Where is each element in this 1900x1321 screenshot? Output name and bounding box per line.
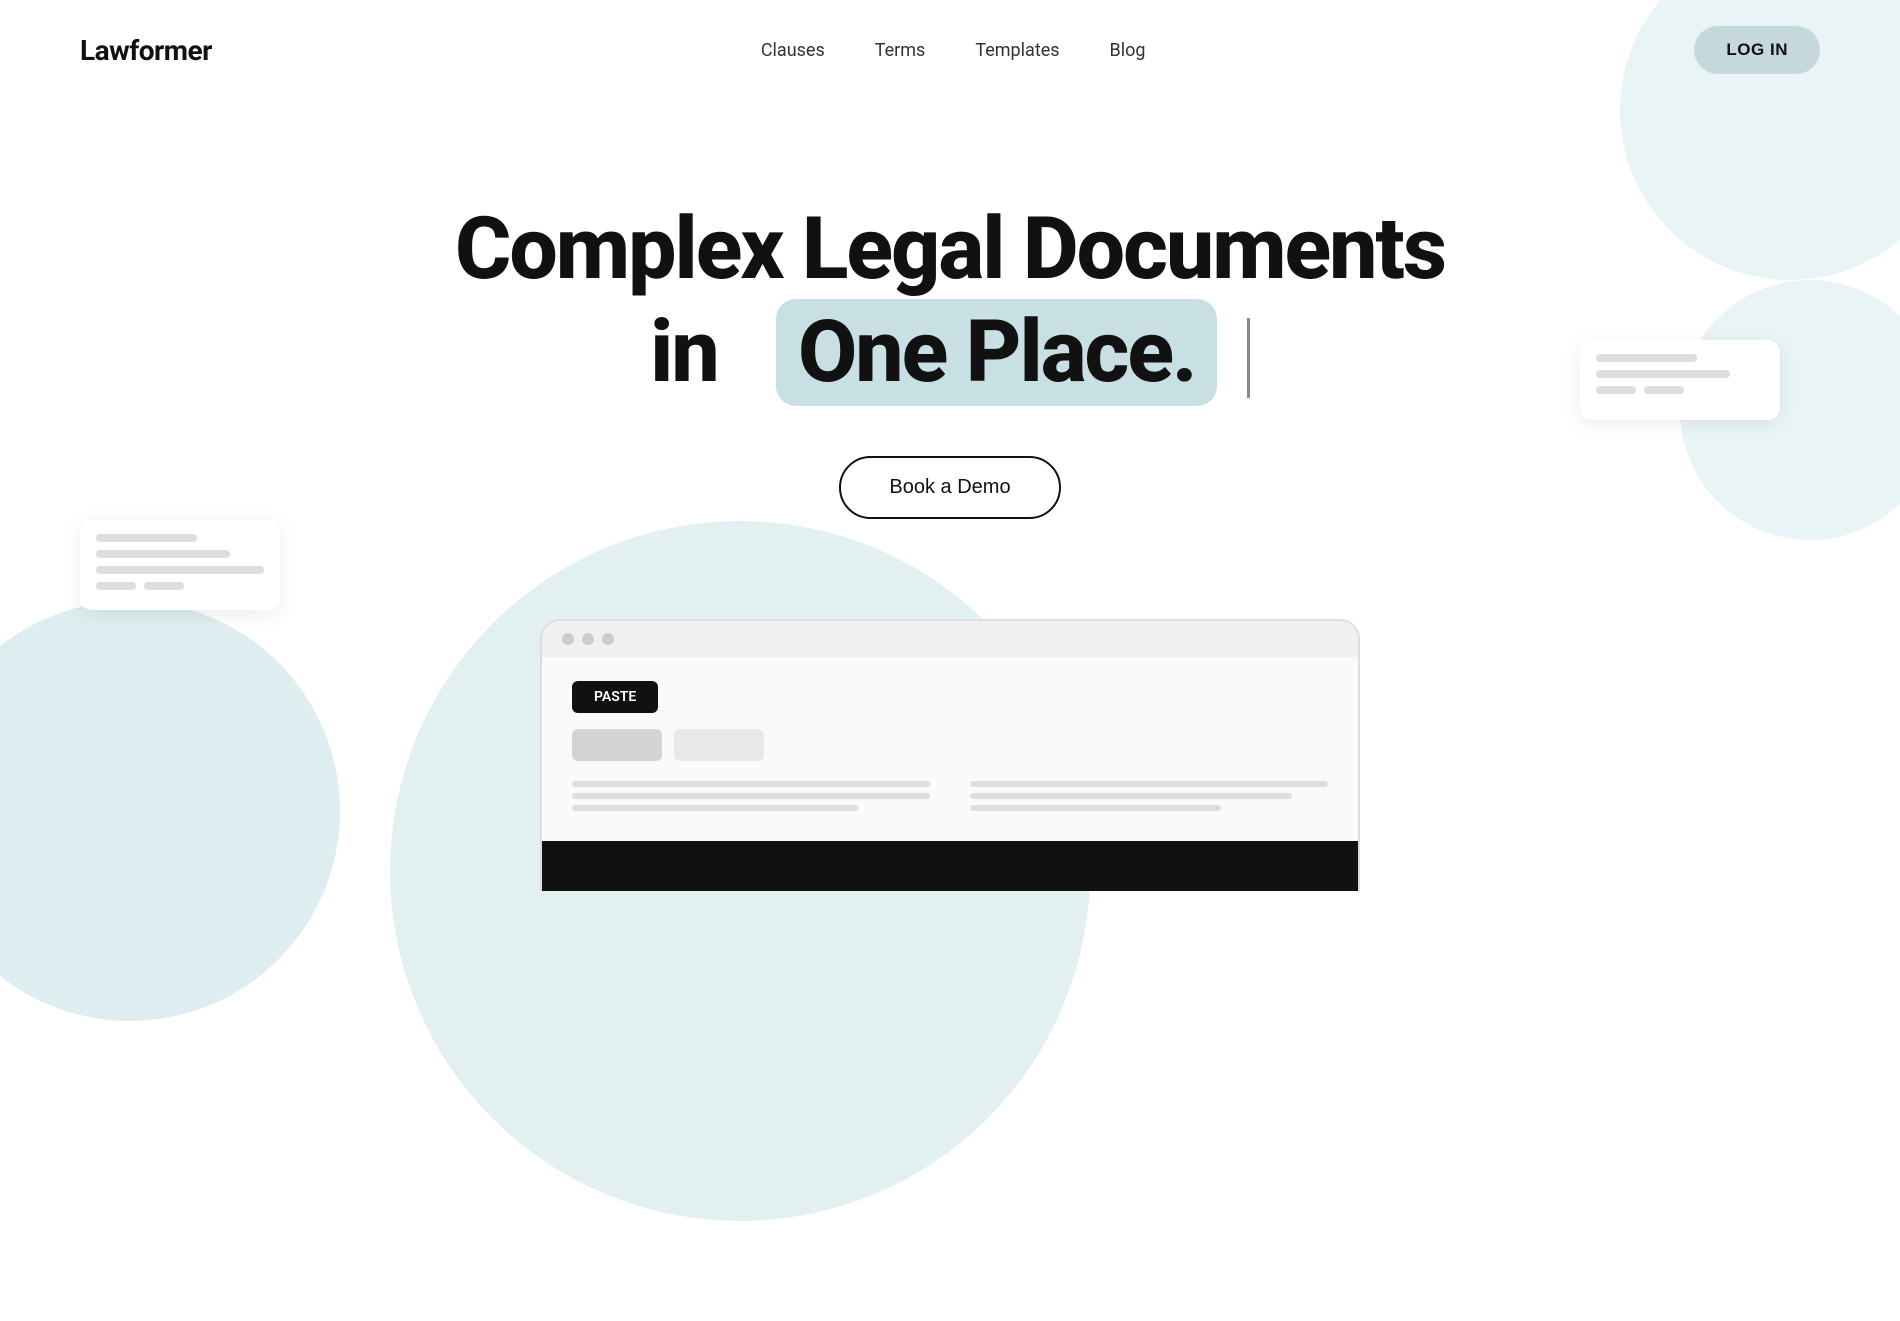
nav-item-clauses[interactable]: Clauses <box>761 40 825 61</box>
app-mockup: PASTE <box>540 619 1360 891</box>
hero-title: Complex Legal Documents in One Place. <box>80 200 1820 406</box>
mockup-dot-1 <box>562 633 574 645</box>
mockup-tab-1 <box>572 729 662 761</box>
mockup-text-line <box>572 793 930 799</box>
hero-cta: Book a Demo <box>80 456 1820 519</box>
brand-logo[interactable]: Lawformer <box>80 34 212 67</box>
hero-title-line1: Complex Legal Documents <box>455 198 1445 299</box>
nav-item-terms[interactable]: Terms <box>875 40 926 61</box>
bg-circle-left-bottom <box>0 601 340 1021</box>
navbar: Lawformer Clauses Terms Templates Blog L… <box>0 0 1900 100</box>
mockup-text-line <box>970 793 1292 799</box>
mockup-topbar <box>542 621 1358 657</box>
cursor-blink <box>1247 318 1250 398</box>
mockup-dot-3 <box>602 633 614 645</box>
mockup-bottom-bar <box>542 841 1358 891</box>
mockup-text-col-2 <box>970 781 1328 817</box>
deco-line-group <box>96 582 264 590</box>
mockup-text-line <box>572 781 930 787</box>
hero-section: Complex Legal Documents in One Place. Bo… <box>0 100 1900 579</box>
mockup-content: PASTE <box>542 657 1358 841</box>
book-demo-button[interactable]: Book a Demo <box>839 456 1060 519</box>
mockup-text-section <box>572 781 1328 817</box>
mockup-text-col-1 <box>572 781 930 817</box>
mockup-text-line <box>572 805 858 811</box>
mockup-tab-2 <box>674 729 764 761</box>
hero-highlight: One Place. <box>776 299 1218 406</box>
mockup-text-line <box>970 781 1328 787</box>
hero-title-line2-prefix: in <box>650 301 718 402</box>
nav-links: Clauses Terms Templates Blog <box>761 40 1146 61</box>
deco-line-sm <box>144 582 184 590</box>
login-button[interactable]: LOG IN <box>1694 26 1820 74</box>
nav-item-templates[interactable]: Templates <box>975 40 1059 61</box>
deco-line-sm <box>96 582 136 590</box>
mockup-paste-button: PASTE <box>572 681 658 713</box>
nav-item-blog[interactable]: Blog <box>1110 40 1146 61</box>
mockup-tabs <box>572 729 1328 761</box>
mockup-dot-2 <box>582 633 594 645</box>
mockup-text-line <box>970 805 1221 811</box>
